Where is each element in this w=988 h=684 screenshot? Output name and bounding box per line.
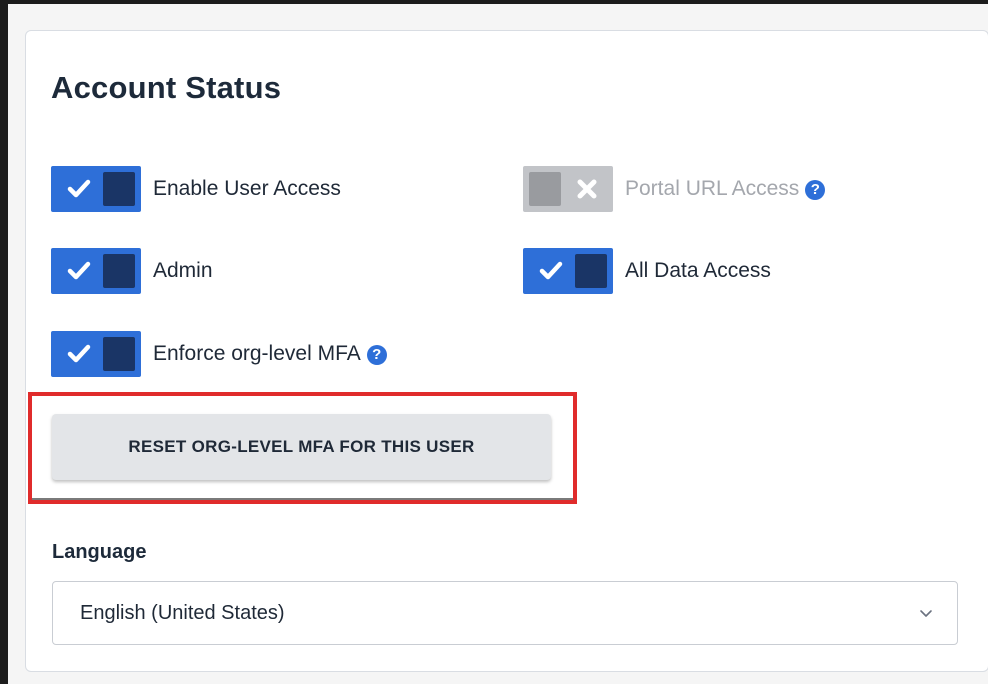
all-data-access-toggle[interactable] (523, 248, 613, 294)
enforce-org-mfa-text: Enforce org-level MFA (153, 342, 361, 365)
toggle-knob (103, 172, 135, 206)
window-frame-left (0, 0, 8, 684)
reset-org-mfa-button[interactable]: RESET ORG-LEVEL MFA FOR THIS USER (52, 414, 551, 480)
toggle-row-all-data-access: All Data Access (523, 248, 771, 294)
check-icon (67, 179, 91, 198)
language-label: Language (52, 541, 147, 563)
question-circle-icon[interactable]: ? (366, 345, 387, 365)
enforce-org-mfa-toggle[interactable] (51, 331, 141, 377)
admin-toggle[interactable] (51, 248, 141, 294)
toggle-knob (575, 254, 607, 288)
toggle-row-enforce-mfa: Enforce org-level MFA? (51, 331, 387, 377)
toggle-knob (529, 172, 561, 206)
language-select[interactable]: English (United States) (52, 581, 958, 645)
enable-user-access-label: Enable User Access (153, 177, 341, 200)
enforce-org-mfa-label: Enforce org-level MFA? (153, 342, 387, 366)
toggle-knob (103, 254, 135, 288)
language-selected-value: English (United States) (80, 602, 285, 624)
toggle-row-admin: Admin (51, 248, 213, 294)
check-icon (67, 344, 91, 363)
portal-url-access-toggle[interactable] (523, 166, 613, 212)
portal-url-access-text: Portal URL Access (625, 177, 800, 200)
section-title: Account Status (51, 70, 282, 105)
chevron-down-icon (920, 610, 932, 617)
toggle-knob (103, 337, 135, 371)
enable-user-access-toggle[interactable] (51, 166, 141, 212)
check-icon (67, 261, 91, 280)
x-icon (577, 179, 597, 199)
question-circle-icon[interactable]: ? (805, 180, 826, 200)
admin-label: Admin (153, 259, 213, 282)
toggle-row-portal-url-access: Portal URL Access? (523, 166, 826, 212)
toggle-row-enable-user-access: Enable User Access (51, 166, 341, 212)
check-icon (539, 261, 563, 280)
window-frame-top (0, 0, 988, 4)
all-data-access-label: All Data Access (625, 259, 771, 282)
portal-url-access-label: Portal URL Access? (625, 177, 826, 201)
